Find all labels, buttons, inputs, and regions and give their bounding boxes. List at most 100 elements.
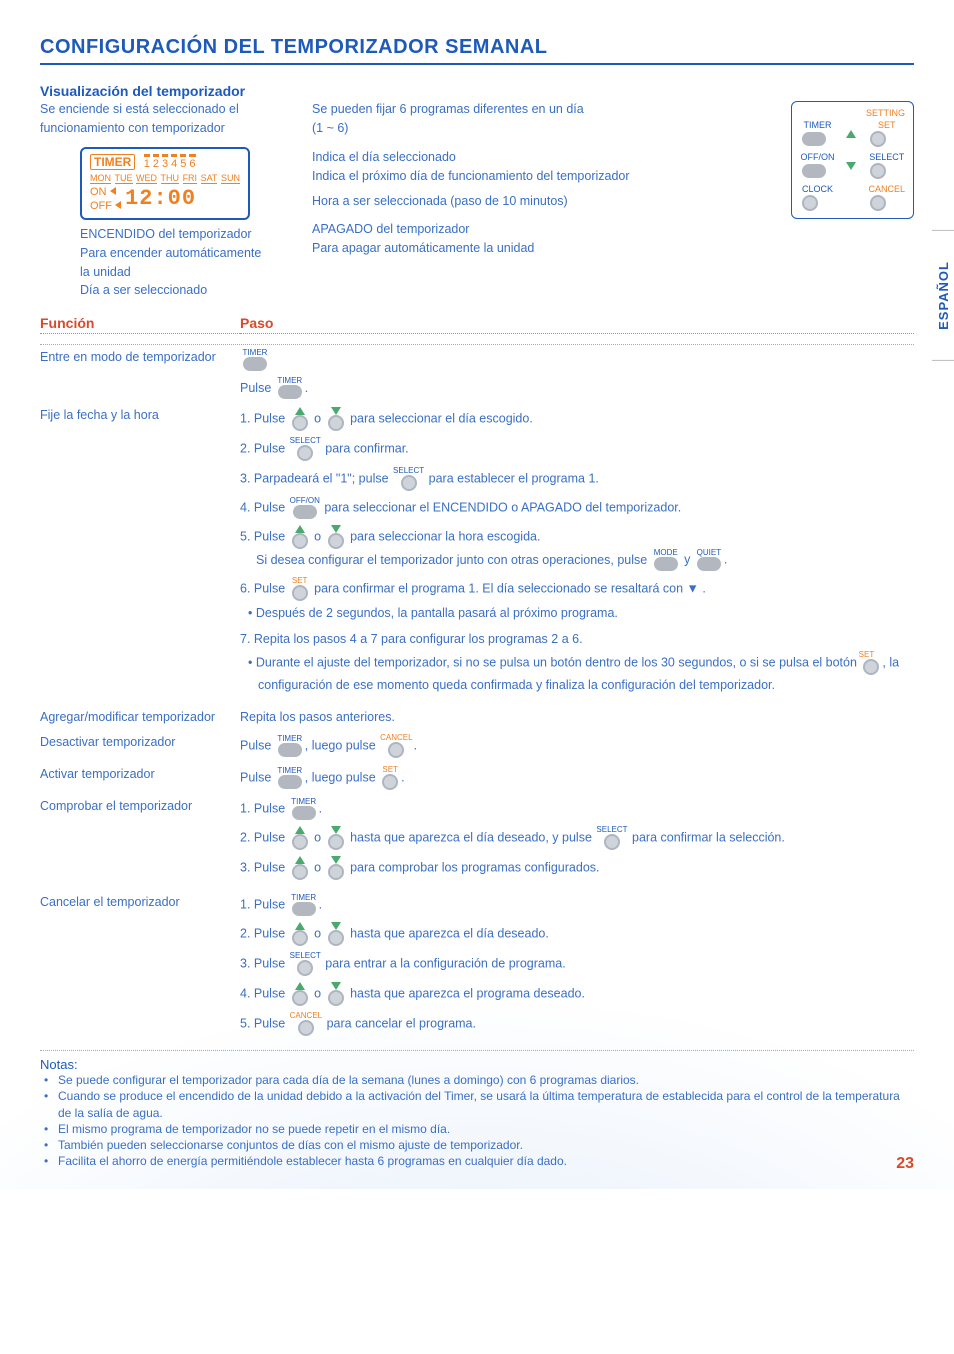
down-arrow-icon xyxy=(331,922,341,930)
display-program-numbers: 1 2 3 4 5 6 xyxy=(144,154,196,170)
cancel-button-icon xyxy=(298,1020,314,1036)
row-set-date-time: Fije la fecha y la hora 1. Pulse o para … xyxy=(40,407,914,701)
callout-time: Hora a ser seleccionada (paso de 10 minu… xyxy=(312,193,759,210)
fn-enable: Activar temporizador xyxy=(40,766,240,790)
down-button-icon xyxy=(328,834,344,850)
up-arrow-icon xyxy=(295,856,305,864)
set-button-icon xyxy=(870,131,886,147)
row-cancel-timer: Cancelar el temporizador 1. Pulse TIMER.… xyxy=(40,894,914,1042)
step6-bullet: • Después de 2 segundos, la pantalla pas… xyxy=(240,603,914,623)
display-days: MON TUE WED THU FRI SAT SUN xyxy=(90,173,240,184)
down-button-icon xyxy=(328,930,344,946)
timer-display: TIMER 1 2 3 4 5 6 MON xyxy=(80,147,250,220)
visualization-block: Visualización del temporizador Se encien… xyxy=(40,83,914,301)
notes-heading: Notas: xyxy=(40,1057,914,1072)
fn-add-modify: Agregar/modificar temporizador xyxy=(40,709,240,726)
down-arrow-icon xyxy=(331,826,341,834)
display-on-label: ON xyxy=(90,186,121,198)
up-arrow-icon xyxy=(295,826,305,834)
up-arrow-icon xyxy=(295,525,305,533)
callout-off-2: Para apagar automáticamente la unidad xyxy=(312,240,759,257)
callout-programs-range: (1 ~ 6) xyxy=(312,120,759,137)
quiet-button-icon xyxy=(697,557,721,571)
up-button-icon xyxy=(292,930,308,946)
cancel-button-icon xyxy=(870,195,886,211)
note-item: También pueden seleccionarse conjuntos d… xyxy=(54,1137,914,1153)
callout-on-2: Para encender automáticamente xyxy=(80,245,300,262)
visualization-heading: Visualización del temporizador xyxy=(40,83,914,99)
fn-enter-timer: Entre en modo de temporizador xyxy=(40,349,240,399)
down-button-icon xyxy=(328,415,344,431)
fn-disable: Desactivar temporizador xyxy=(40,734,240,758)
offon-button-icon xyxy=(802,164,826,178)
callout-day-pick: Día a ser seleccionado xyxy=(80,282,300,299)
timer-button-icon xyxy=(243,357,267,371)
select-button-icon xyxy=(401,475,417,491)
down-button-icon xyxy=(328,533,344,549)
row-enter-timer-mode: Entre en modo de temporizador TIMER Puls… xyxy=(40,349,914,399)
note-item: Cuando se produce el encendido de la uni… xyxy=(54,1088,914,1120)
up-button-icon xyxy=(292,864,308,880)
callout-next-day: Indica el próximo día de funcionamiento … xyxy=(312,168,759,185)
page-number: 23 xyxy=(896,1155,914,1173)
timer-button-icon xyxy=(278,775,302,789)
timer-button-icon xyxy=(802,132,826,146)
cancel-button-icon xyxy=(388,742,404,758)
select-button-icon xyxy=(604,834,620,850)
up-button-icon xyxy=(292,415,308,431)
display-off-label: OFF xyxy=(90,200,121,212)
timer-on-note-1: Se enciende si está seleccionado el xyxy=(40,101,300,118)
callout-day-selected: Indica el día seleccionado xyxy=(312,149,759,166)
down-arrow-icon xyxy=(846,162,856,170)
fn-cancel: Cancelar el temporizador xyxy=(40,894,240,1042)
select-button-icon xyxy=(297,445,313,461)
timer-on-note-2: funcionamiento con temporizador xyxy=(40,120,300,137)
up-arrow-icon xyxy=(295,407,305,415)
notes-list: Se puede configurar el temporizador para… xyxy=(40,1072,914,1169)
offon-button-icon xyxy=(293,505,317,519)
note-item: El mismo programa de temporizador no se … xyxy=(54,1121,914,1137)
up-arrow-icon xyxy=(295,982,305,990)
timer-button-icon xyxy=(278,385,302,399)
up-button-icon xyxy=(292,533,308,549)
fn-set-date: Fije la fecha y la hora xyxy=(40,407,240,701)
remote-offon-label: OFF/ON xyxy=(800,152,834,162)
mode-button-icon xyxy=(654,557,678,571)
down-button-icon xyxy=(328,990,344,1006)
separator xyxy=(40,1050,914,1051)
remote-diagram: SETTING TIMER SET OFF/ON SELECT CLOCK CA… xyxy=(791,101,914,219)
down-arrow-icon xyxy=(331,982,341,990)
up-arrow-icon xyxy=(846,130,856,138)
triangle-left-icon xyxy=(115,201,121,209)
row-check-timer: Comprobar el temporizador 1. Pulse TIMER… xyxy=(40,798,914,886)
note-item: Se puede configurar el temporizador para… xyxy=(54,1072,914,1088)
set-button-icon xyxy=(863,659,879,675)
remote-setting-label: SETTING xyxy=(800,108,905,118)
timer-button-icon xyxy=(292,902,316,916)
note-item: Facilita el ahorro de energía permitiénd… xyxy=(54,1153,914,1169)
column-header-function: Función xyxy=(40,315,240,334)
down-arrow-icon xyxy=(331,856,341,864)
row-disable-timer: Desactivar temporizador Pulse TIMER, lue… xyxy=(40,734,914,758)
down-arrow-icon xyxy=(331,407,341,415)
callout-programs: Se pueden fijar 6 programas diferentes e… xyxy=(312,101,759,118)
down-button-icon xyxy=(328,864,344,880)
language-tab: ESPAÑOL xyxy=(932,230,954,361)
remote-clock-label: CLOCK xyxy=(800,184,834,194)
fn-check: Comprobar el temporizador xyxy=(40,798,240,886)
row-add-modify: Agregar/modificar temporizador Repita lo… xyxy=(40,709,914,726)
separator xyxy=(40,344,914,345)
select-button-icon xyxy=(297,960,313,976)
remote-set-label: SET xyxy=(868,120,905,130)
row-enable-timer: Activar temporizador Pulse TIMER, luego … xyxy=(40,766,914,790)
page-root: CONFIGURACIÓN DEL TEMPORIZADOR SEMANAL V… xyxy=(0,0,954,1189)
callout-off: APAGADO del temporizador xyxy=(312,221,759,238)
page-title: CONFIGURACIÓN DEL TEMPORIZADOR SEMANAL xyxy=(40,36,914,65)
up-button-icon xyxy=(292,834,308,850)
column-header-step: Paso xyxy=(240,315,914,334)
timer-button-icon xyxy=(278,743,302,757)
callout-on-1: ENCENDIDO del temporizador xyxy=(80,226,300,243)
remote-timer-label: TIMER xyxy=(800,120,834,130)
clock-button-icon xyxy=(802,195,818,211)
up-button-icon xyxy=(292,990,308,1006)
